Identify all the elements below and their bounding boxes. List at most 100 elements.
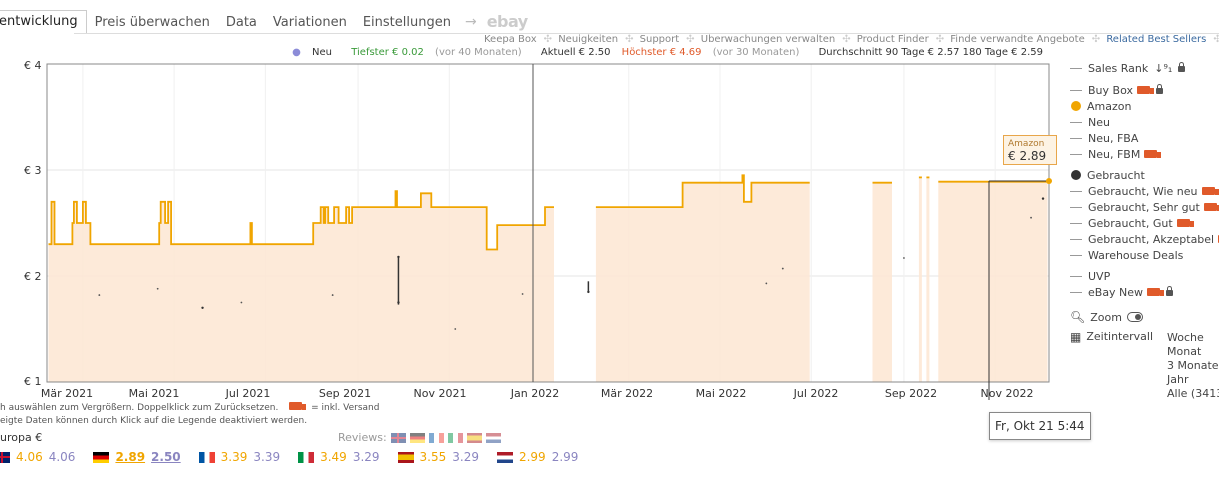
chart-legend: Sales Rank ↓⁹₁ Buy Box Amazon Neu Neu, FB… [1070,60,1219,300]
dash-icon [1070,222,1082,224]
legend-wie-neu[interactable]: Gebraucht, Wie neu [1070,183,1219,199]
dash-icon [1070,67,1082,69]
amazon-area [48,191,554,382]
price-fr[interactable]: 3.39 3.39 [198,450,280,464]
legend-uvp[interactable]: UVP [1070,268,1219,284]
used-point [765,282,768,285]
amazon-area [872,182,892,382]
price-nl[interactable]: 2.99 2.99 [496,450,578,464]
used-point [454,328,457,330]
dash-icon [1070,190,1082,192]
es-flag-icon [397,451,414,463]
interval-jahr[interactable]: Jahr [1167,373,1219,387]
dash-icon [1070,89,1082,91]
amazon-area [926,177,930,382]
legend-neu-fba[interactable]: Neu, FBA [1070,130,1219,146]
price-es[interactable]: 3.55 3.29 [397,450,479,464]
legend-gut[interactable]: Gebraucht, Gut [1070,215,1219,231]
amazon-area [938,181,1048,382]
used-point [903,257,905,259]
x-tick-label: Mai 2022 [695,387,747,400]
truck-icon [1144,150,1162,158]
dash-icon [1070,275,1082,277]
legend-amazon[interactable]: Amazon [1070,98,1219,114]
legend-buy-box[interactable]: Buy Box [1070,82,1219,98]
reviews-row: Reviews: [338,431,501,444]
truck-icon [1201,187,1219,195]
amazon-area [918,177,922,382]
it-flag-icon [298,451,315,463]
truck-icon [1136,86,1154,94]
legend-warehouse[interactable]: Warehouse Deals [1070,247,1219,263]
search-icon: 🔍︎ [1070,310,1086,324]
price-uk[interactable]: 4.06 4.06 [0,450,75,464]
nl-flag-icon [496,451,513,463]
fr-flag-icon[interactable] [428,432,444,443]
de-flag-icon[interactable] [409,432,425,443]
interval-woche[interactable]: Woche [1167,331,1219,345]
used-point [156,287,159,290]
interval-3-monate[interactable]: 3 Monate [1167,359,1219,373]
used-point [397,301,400,304]
dash-icon [1070,291,1082,293]
used-point [240,301,243,304]
amazon-dot-icon [1071,101,1081,111]
interval-monat[interactable]: Monat [1167,345,1219,359]
used-point [781,267,784,270]
legend-sales-rank[interactable]: Sales Rank ↓⁹₁ [1070,60,1219,76]
used-point [331,294,334,296]
lock-icon [1166,286,1174,296]
legend-neu-fbm[interactable]: Neu, FBM [1070,146,1219,162]
legend-sehr-gut[interactable]: Gebraucht, Sehr gut [1070,199,1219,215]
x-tick-label: Mai 2021 [128,387,180,400]
dash-icon [1070,153,1082,155]
lock-icon [1178,62,1186,72]
truck-icon [1176,219,1194,227]
legend-ebay-new[interactable]: eBay New [1070,284,1219,300]
it-flag-icon[interactable] [447,432,463,443]
date-tooltip: Fr, Okt 21 5:44 [989,412,1091,440]
legend-neu[interactable]: Neu [1070,114,1219,130]
sort-icon: ↓⁹₁ [1154,61,1173,75]
x-tick-label: Jul 2022 [793,387,839,400]
used-point [521,293,524,295]
x-tick-label: Jul 2021 [225,387,271,400]
price-history-chart[interactable] [0,0,1219,400]
dash-icon [1070,121,1082,123]
used-dot-icon [1071,170,1081,180]
used-point [98,294,101,296]
used-point [1030,216,1032,219]
lock-icon [1155,84,1163,94]
toggle-icon[interactable] [1126,312,1143,322]
country-prices: 4.06 4.06 2.89 2.50 3.39 3.39 3.49 3.29 3.55… [0,450,596,464]
uk-flag-icon[interactable] [390,432,406,443]
truck-icon [1147,288,1165,296]
interval-alle[interactable]: Alle (3413 T [1167,387,1219,401]
dash-icon [1070,254,1082,256]
truck-icon [289,402,307,410]
help-text-2: eigte Daten können durch Klick auf die L… [0,416,308,426]
amazon-tooltip: Amazon € 2.89 [1003,135,1057,165]
legend-akzeptabel[interactable]: Gebraucht, Akzeptabel [1070,231,1219,247]
dash-icon [1070,206,1082,208]
es-flag-icon[interactable] [466,432,482,443]
region-label: uropa € [0,431,43,444]
hover-point [1046,178,1052,184]
x-tick-label: Nov 2021 [413,387,467,400]
legend-gebraucht[interactable]: Gebraucht [1070,167,1219,183]
calendar-icon: ▦ [1070,330,1082,344]
price-it[interactable]: 3.49 3.29 [298,450,380,464]
de-flag-icon [93,451,110,463]
nl-flag-icon[interactable] [485,432,501,443]
price-de[interactable]: 2.89 2.50 [93,450,181,464]
zoom-control[interactable]: 🔍︎ Zoom [1070,310,1143,324]
dash-icon [1070,238,1082,240]
used-point [201,306,204,309]
x-tick-label: Sep 2022 [884,387,938,400]
used-point [587,290,590,294]
tooltip-value: € 2.89 [1008,149,1047,163]
used-point [397,255,400,259]
x-tick-label: Mär 2022 [600,387,654,400]
x-tick-label: Sep 2021 [318,387,372,400]
x-tick-label: Jan 2022 [510,387,560,400]
